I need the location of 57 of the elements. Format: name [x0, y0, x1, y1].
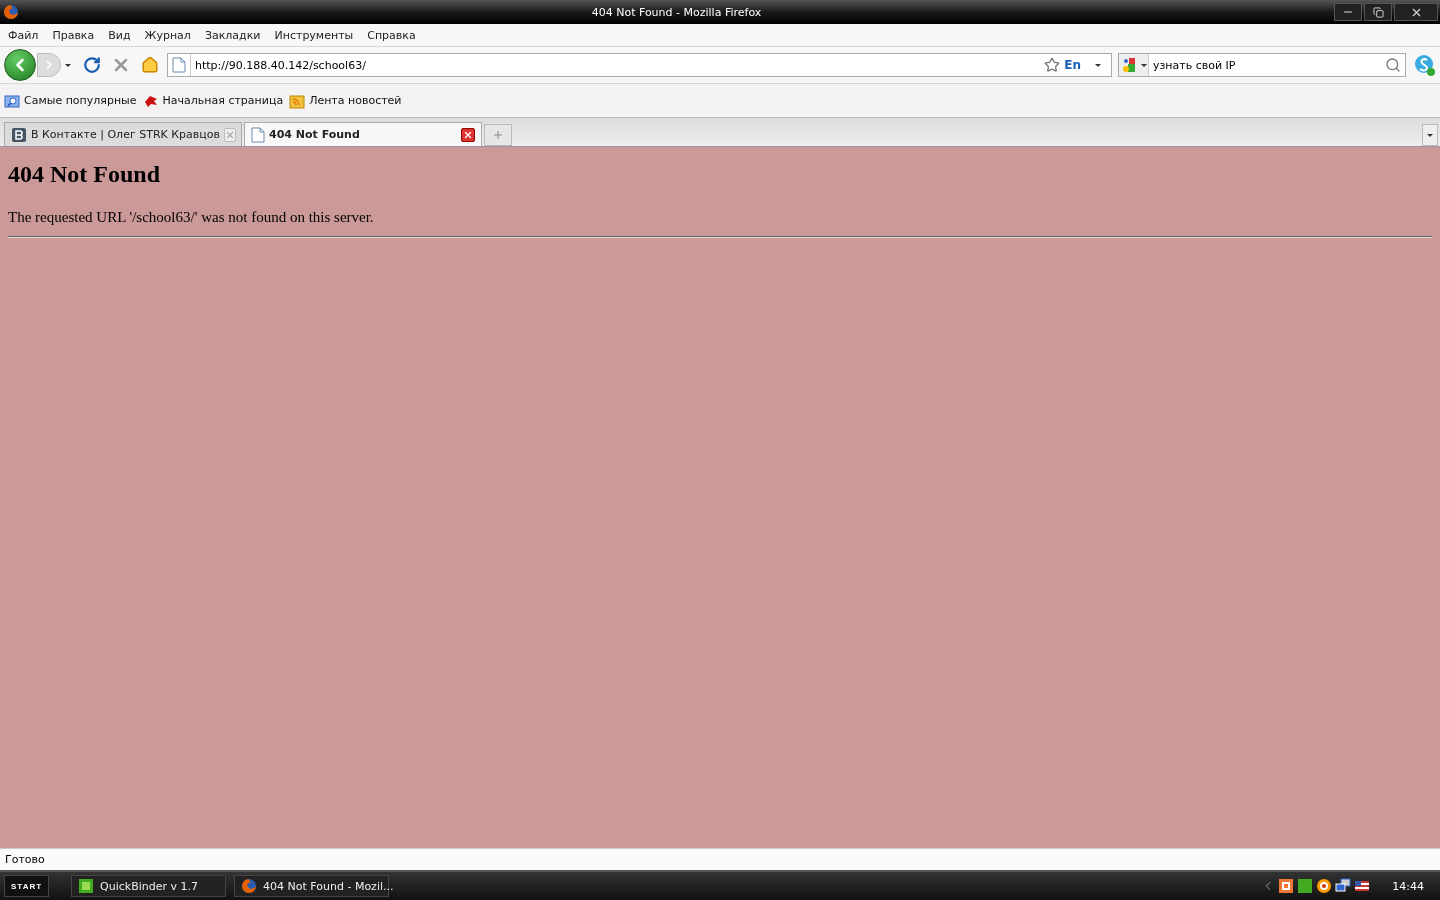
close-icon [463, 129, 473, 140]
vk-logo-icon [11, 126, 27, 143]
magnifier-folder-icon [4, 92, 20, 109]
bookmark-link[interactable]: Начальная страница [142, 92, 284, 109]
history-caret-icon[interactable] [65, 63, 71, 67]
language-indicator[interactable]: En [1064, 58, 1081, 72]
skype-icon[interactable] [1412, 53, 1436, 77]
restore-icon [1372, 6, 1384, 18]
restore-button[interactable] [1364, 3, 1392, 21]
tab-list-button[interactable] [1422, 124, 1438, 146]
taskbar-button[interactable]: QuickBinder v 1.7 [71, 875, 227, 897]
address-bar[interactable]: http://90.188.40.142/school63/ En [167, 53, 1112, 77]
firefox-icon [241, 878, 258, 894]
menu-item[interactable]: Инструменты [268, 28, 362, 42]
search-engine-button[interactable] [1119, 54, 1149, 76]
dropdown-caret-icon[interactable] [1095, 63, 1101, 67]
start-button[interactable]: START [4, 875, 50, 897]
page-icon [172, 57, 186, 73]
network-icon[interactable] [1335, 878, 1352, 894]
firefox-icon [3, 4, 19, 20]
back-button[interactable] [4, 49, 36, 81]
reload-button[interactable] [81, 54, 103, 76]
menu-item[interactable]: Правка [46, 28, 103, 42]
bookmark-star-icon[interactable] [1044, 57, 1061, 73]
close-button[interactable] [1394, 3, 1438, 21]
status-text: Готово [5, 853, 45, 866]
error-message: The requested URL '/school63/' was not found on this server. [8, 209, 375, 226]
rss-folder-icon [289, 92, 306, 109]
bookmark-link[interactable]: Самые популярные [4, 92, 137, 109]
minimize-button[interactable] [1334, 3, 1362, 21]
address-field[interactable]: http://90.188.40.142/school63/ [195, 58, 1041, 72]
app-square-icon [78, 878, 95, 894]
window-title: 404 Not Found - Mozilla Firefox [590, 5, 763, 19]
flag-icon[interactable] [1354, 878, 1371, 894]
menu-item[interactable]: Вид [102, 28, 139, 42]
page-icon [251, 126, 265, 143]
reload-icon [83, 56, 101, 74]
search-field[interactable]: узнать свой IP [1153, 58, 1381, 72]
search-icon[interactable] [1385, 57, 1401, 73]
block-tray-icon[interactable] [1297, 878, 1314, 894]
clock: 14:44 [1392, 879, 1424, 893]
page-heading: 404 Not Found [8, 161, 162, 188]
menu-item[interactable]: Закладки [198, 28, 269, 42]
search-engine-icon [1121, 57, 1137, 73]
browser-tab[interactable]: В Контакте | Олег STRK Кравцов [4, 122, 242, 146]
plus-icon [492, 129, 504, 141]
menu-item[interactable]: Журнал [138, 28, 199, 42]
bookmark-link[interactable]: Лента новостей [289, 92, 402, 109]
search-bar[interactable]: узнать свой IP [1118, 53, 1406, 77]
circle-tray-icon[interactable] [1316, 878, 1333, 894]
home-icon [141, 56, 159, 74]
menu-item[interactable]: Справка [361, 28, 424, 42]
square-tray-icon[interactable] [1278, 878, 1295, 894]
tab-close-button[interactable] [461, 127, 475, 142]
browser-tab[interactable]: 404 Not Found [244, 122, 482, 146]
close-icon [224, 129, 235, 140]
menu-item[interactable]: Файл [2, 28, 47, 42]
